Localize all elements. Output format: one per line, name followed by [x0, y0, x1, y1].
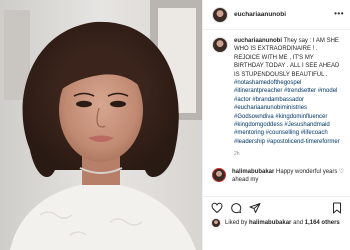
caption-hashtags[interactable]: #notashamedofthegospel #itinerantpreache…	[234, 80, 340, 145]
post-caption: euchariaanunobi They say : I AM SHE WHO …	[212, 37, 344, 159]
liker-avatar[interactable]	[211, 218, 221, 228]
commenter-avatar[interactable]	[212, 167, 226, 182]
likes-count[interactable]: 1,164 others	[305, 220, 340, 226]
portrait-image	[0, 0, 202, 250]
post-photo[interactable]	[0, 0, 202, 250]
instagram-post: euchariaanunobi ••• euchariaanunobi They…	[0, 0, 350, 250]
caption-avatar[interactable]	[212, 37, 228, 53]
comment-item: halimabubakar Happy wonderful years ahea…	[212, 167, 344, 185]
caption-username[interactable]: euchariaanunobi	[234, 38, 282, 44]
caption-text-block: euchariaanunobi They say : I AM SHE WHO …	[234, 37, 344, 159]
author-username[interactable]: euchariaanunobi	[234, 11, 286, 18]
post-header: euchariaanunobi •••	[203, 0, 350, 30]
post-action-bar	[203, 196, 350, 218]
comment-icon[interactable]	[230, 202, 242, 214]
commenter-username[interactable]: halimabubakar	[232, 169, 274, 175]
likes-prefix: Liked by	[225, 220, 248, 226]
likes-summary: Liked by halimabubakar and 1,164 others	[211, 218, 346, 228]
heart-icon[interactable]	[211, 202, 223, 214]
comment-text-block: halimabubakar Happy wonderful years ahea…	[232, 168, 339, 185]
comments-section: euchariaanunobi They say : I AM SHE WHO …	[203, 31, 350, 195]
likes-user[interactable]: halimabubakar	[249, 220, 291, 226]
author-avatar[interactable]	[212, 6, 228, 23]
likes-conj: and	[293, 220, 304, 226]
bookmark-icon[interactable]	[331, 202, 343, 214]
comment-heart-icon[interactable]: ♡	[339, 168, 344, 185]
share-icon[interactable]	[249, 202, 261, 214]
post-details-panel: euchariaanunobi ••• euchariaanunobi They…	[202, 0, 350, 250]
post-timestamp: 2h	[234, 151, 240, 158]
more-icon[interactable]: •••	[334, 9, 344, 18]
